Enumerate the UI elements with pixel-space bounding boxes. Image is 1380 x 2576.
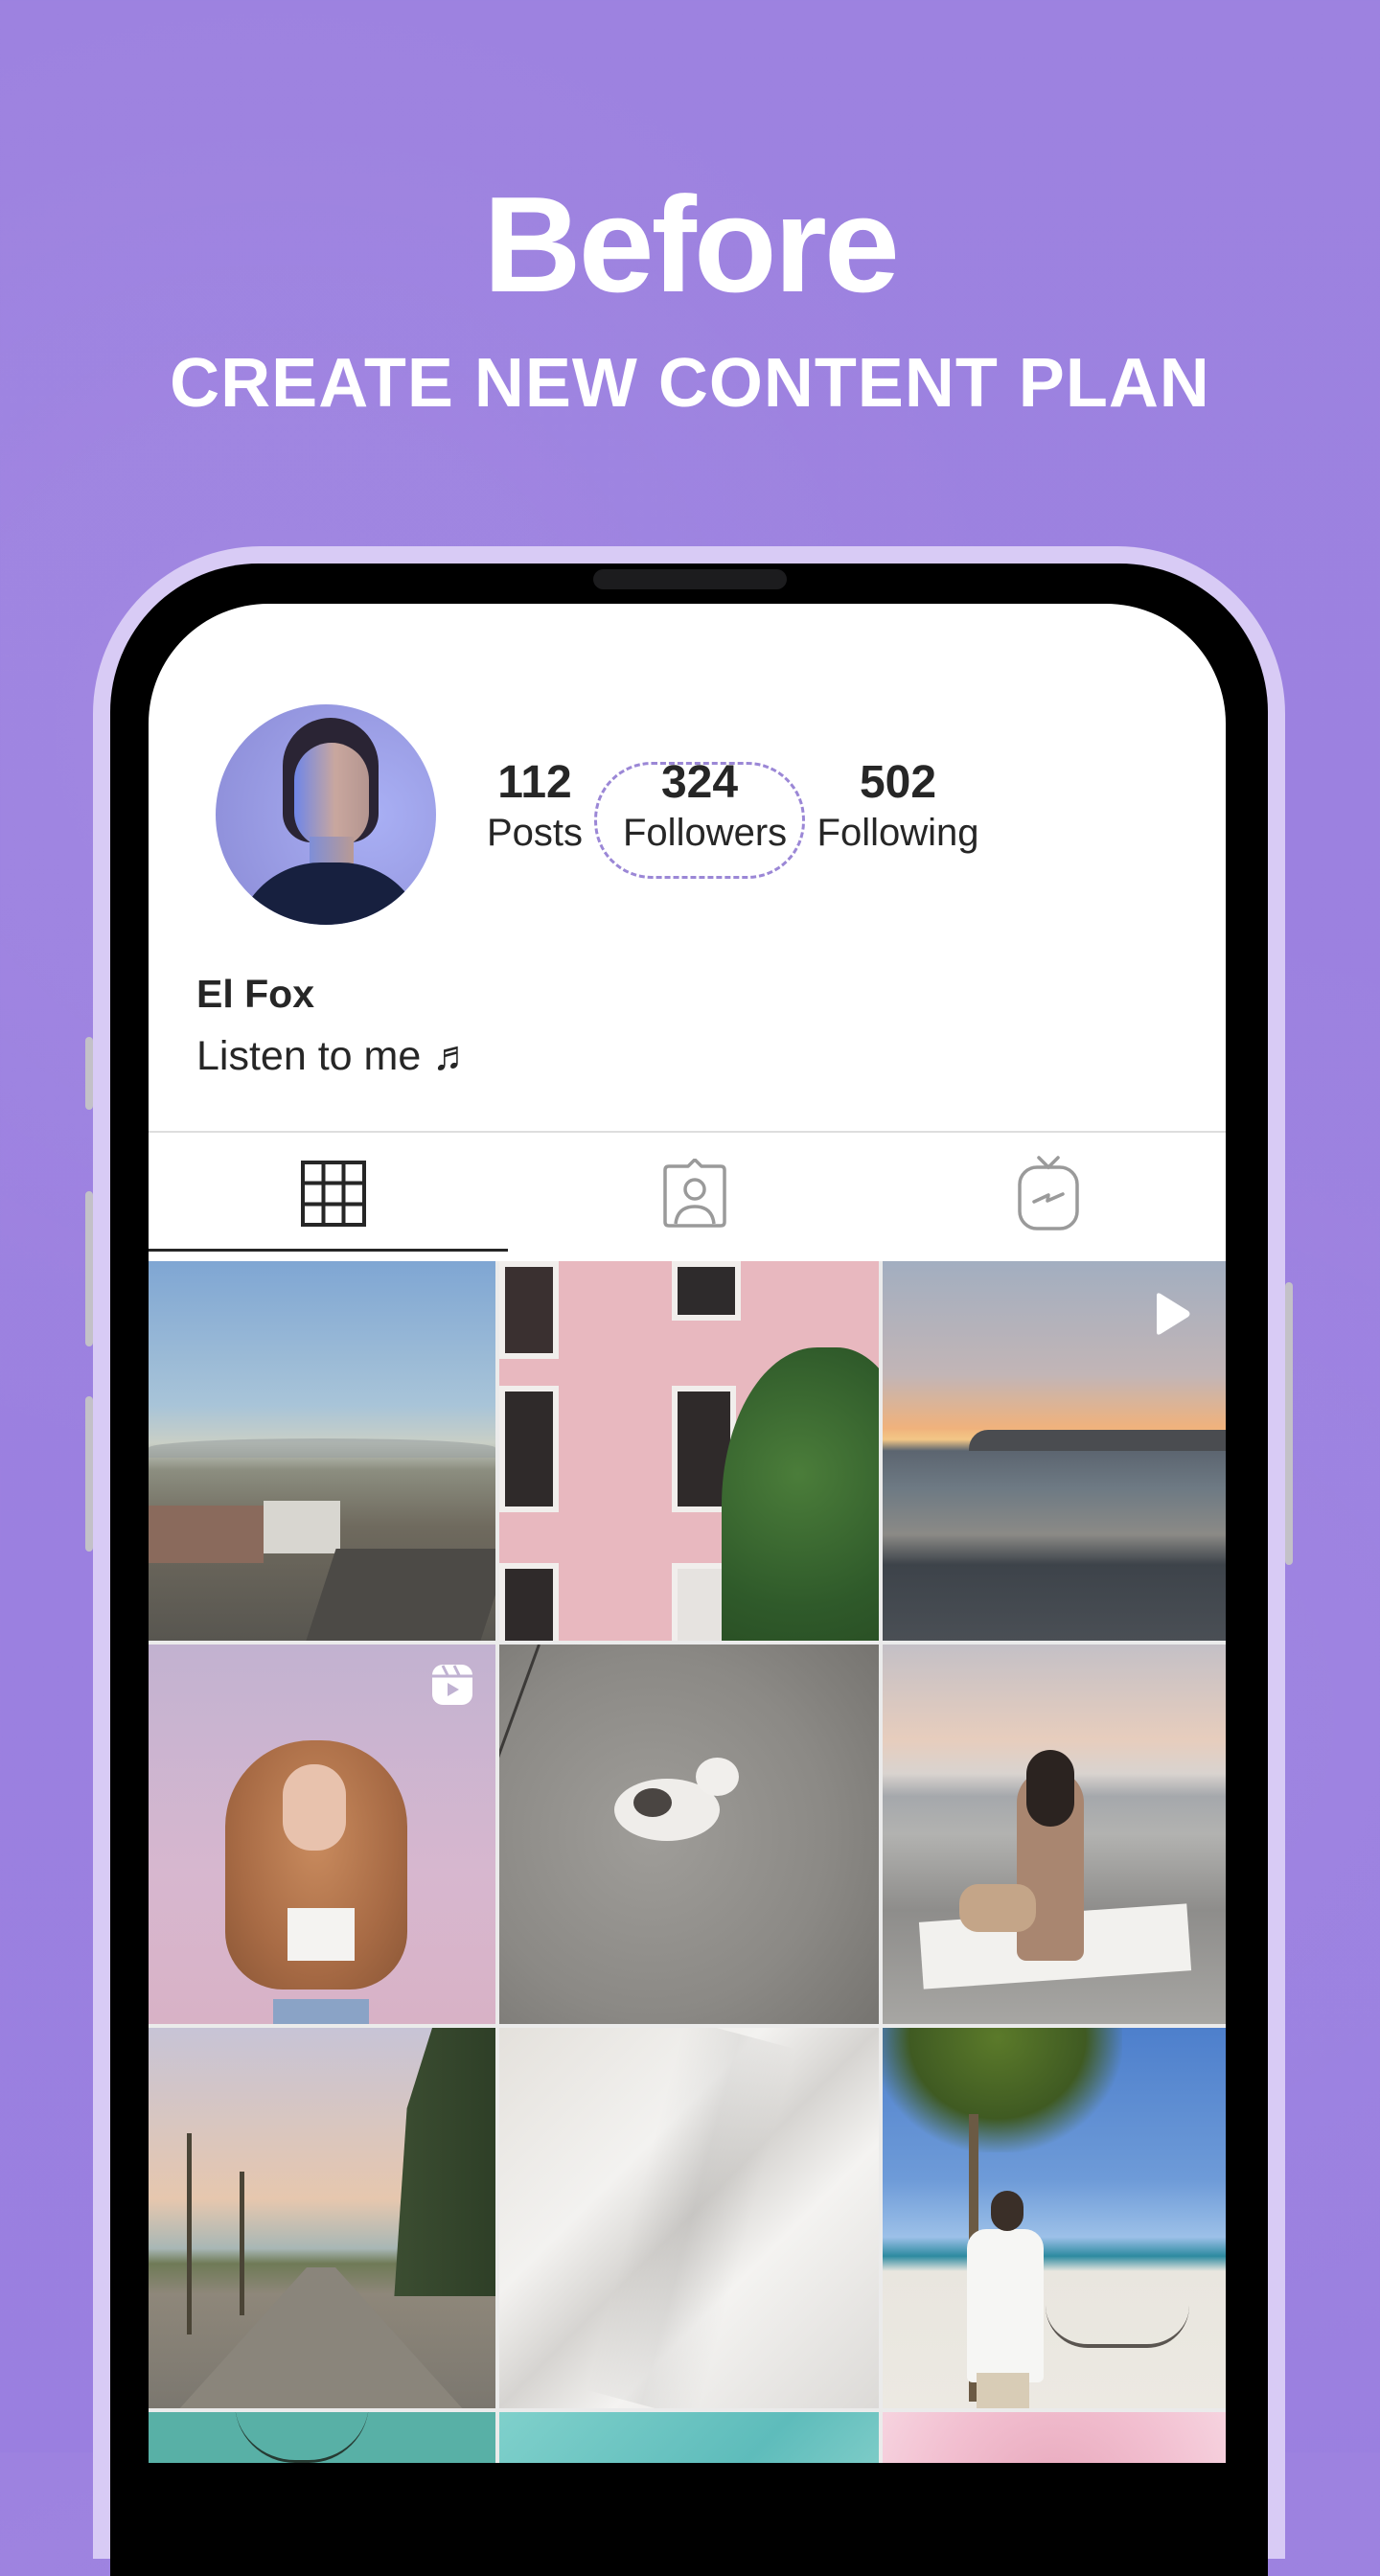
stat-posts-value: 112: [497, 757, 572, 808]
phone-speaker-notch: [593, 569, 787, 589]
profile-name: El Fox: [196, 972, 315, 1016]
tabs-divider: [149, 1131, 1226, 1133]
profile-screen: 112 Posts 324 Followers 502 Following El…: [149, 604, 1226, 2463]
photo-man-shirt: [967, 2229, 1044, 2382]
stat-followers-value: 324: [660, 757, 739, 808]
photo-palm-frond: [235, 2412, 369, 2463]
tab-igtv[interactable]: [871, 1136, 1226, 1251]
active-tab-indicator: [149, 1249, 508, 1252]
reels-icon: [432, 1665, 472, 1705]
photo-top: [288, 1908, 355, 1961]
grid-post-pink-flower[interactable]: [883, 2412, 1226, 2463]
avatar[interactable]: [216, 704, 436, 925]
avatar-shoulders: [235, 862, 426, 925]
photo-cat-spot: [633, 1788, 672, 1817]
photo-hammock: [1046, 2306, 1189, 2348]
grid-icon: [301, 1160, 366, 1227]
stat-posts[interactable]: 112 Posts: [458, 757, 611, 857]
photo-child: [959, 1884, 1036, 1932]
grid-post-white-sheets[interactable]: [499, 2028, 879, 2408]
hero-subtitle: CREATE NEW CONTENT PLAN: [170, 345, 1210, 422]
photo-hills: [149, 1438, 495, 1458]
photo-fold: [586, 2028, 796, 2408]
grid-post-city-rooftops[interactable]: [149, 1261, 495, 1641]
grid-post-curly-hair-woman[interactable]: [149, 1644, 495, 2024]
photo-jeans: [273, 1999, 369, 2024]
grid-post-palm-leaves-teal[interactable]: [149, 2412, 495, 2463]
tab-tagged[interactable]: [518, 1136, 871, 1251]
avatar-face: [294, 743, 369, 848]
phone-side-button-power: [1285, 1282, 1293, 1565]
photo-cat-head: [696, 1758, 739, 1796]
igtv-icon: [1018, 1156, 1079, 1230]
posts-grid: [149, 1261, 1226, 2463]
photo-palm: [240, 2172, 244, 2315]
grid-post-beach-sunset[interactable]: [883, 1261, 1226, 1641]
photo-window: [672, 1261, 741, 1321]
stat-following-value: 502: [859, 757, 937, 808]
photo-houses: [149, 1506, 264, 1563]
stat-followers-label: Followers: [623, 812, 788, 854]
stat-posts-label: Posts: [486, 812, 584, 854]
photo-palm: [187, 2133, 192, 2334]
grid-post-pink-building[interactable]: [499, 1261, 879, 1641]
photo-palm-leaves: [883, 2028, 1122, 2152]
photo-man-legs: [977, 2373, 1029, 2408]
grid-post-white-cat[interactable]: [499, 1644, 879, 2024]
grid-post-teal-sky[interactable]: [499, 2412, 879, 2463]
photo-cliffs: [969, 1430, 1226, 1451]
photo-crack: [499, 1644, 540, 1871]
stat-followers[interactable]: 324 Followers: [623, 757, 788, 857]
play-icon: [1157, 1293, 1190, 1335]
photo-window: [499, 1386, 559, 1512]
photo-houses-white: [264, 1501, 340, 1553]
stat-following[interactable]: 502 Following: [816, 757, 979, 857]
photo-tree: [722, 1347, 879, 1641]
phone-side-button-mute: [85, 1037, 93, 1110]
phone-side-button-volume-down: [85, 1396, 93, 1552]
grid-post-palm-promenade[interactable]: [149, 2028, 495, 2408]
tab-posts-grid[interactable]: [149, 1136, 518, 1251]
stat-following-label: Following: [816, 812, 979, 854]
photo-trees-right: [394, 2028, 495, 2296]
profile-bio: Listen to me ♬: [196, 1033, 474, 1079]
photo-woman-hair: [1026, 1750, 1074, 1827]
photo-window: [499, 1261, 559, 1359]
photo-man-head: [991, 2191, 1024, 2231]
tagged-person-icon: [663, 1159, 726, 1228]
grid-post-tropical-beach-man[interactable]: [883, 2028, 1226, 2408]
photo-road: [306, 1549, 495, 1641]
grid-post-pebble-beach[interactable]: [883, 1644, 1226, 2024]
phone-side-button-volume-up: [85, 1191, 93, 1346]
hero-title: Before: [483, 169, 900, 321]
photo-window: [499, 1563, 559, 1641]
photo-face: [283, 1764, 346, 1851]
